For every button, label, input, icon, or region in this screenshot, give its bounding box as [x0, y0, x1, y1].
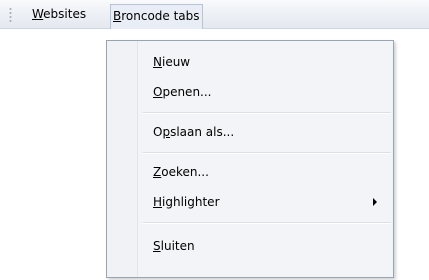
menu-item-opslaan-als-label: Opslaan als...: [153, 125, 235, 139]
menu-item-opslaan-als[interactable]: Opslaan als...: [107, 117, 393, 147]
broncode-tabs-dropdown: Nieuw Openen... Opslaan als... Zoeken...…: [106, 40, 394, 278]
menu-item-sluiten-label: Sluiten: [153, 239, 195, 253]
toolbar-grip[interactable]: [9, 7, 12, 23]
menubar: Websites Broncode tabs: [0, 0, 429, 29]
menu-item-openen[interactable]: Openen...: [107, 77, 393, 107]
menu-item-highlighter-label: Highlighter: [153, 195, 220, 209]
menu-item-zoeken[interactable]: Zoeken...: [107, 157, 393, 187]
menu-item-sluiten[interactable]: Sluiten: [107, 231, 393, 261]
menu-item-zoeken-label: Zoeken...: [153, 165, 209, 179]
menu-item-highlighter[interactable]: Highlighter: [107, 187, 393, 217]
menu-broncode-tabs[interactable]: Broncode tabs: [110, 4, 203, 29]
submenu-arrow-icon: [373, 198, 377, 206]
menu-item-openen-label: Openen...: [153, 85, 212, 99]
menu-separator: [143, 112, 391, 114]
menu-broncode-tabs-label: Broncode tabs: [113, 9, 200, 23]
menu-websites[interactable]: Websites: [30, 5, 88, 23]
menu-item-nieuw-label: Nieuw: [153, 55, 191, 69]
menu-separator: [143, 152, 391, 154]
menu-websites-label: Websites: [32, 7, 87, 21]
menu-separator: [143, 222, 391, 224]
menu-item-nieuw[interactable]: Nieuw: [107, 47, 393, 77]
